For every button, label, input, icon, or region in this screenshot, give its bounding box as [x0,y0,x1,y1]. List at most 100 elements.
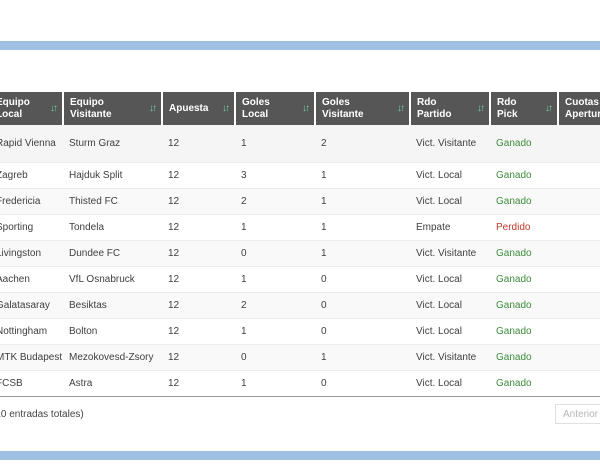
cell-equipo-local: Livingston [0,240,63,267]
cell-apuesta: 12 [162,266,235,293]
cell-goles-local: 1 [235,125,315,163]
cell-equipo-visitante: Mezokovesd-Zsory [63,344,162,371]
cell-equipo-visitante: Astra [63,370,162,397]
column-header-cuotas-apertura[interactable]: Cuotas Apertura [558,92,600,125]
cell-rdo-pick: Ganado [490,240,558,267]
column-header-equipo-visitante[interactable]: Equipo Visitante ↓↑ [63,92,163,125]
bottom-decorative-band [0,451,600,460]
table-row: AachenVfL Osnabruck1210Vict. LocalGanado [0,266,600,293]
results-table: Equipo Local↓↑ Equipo Visitante↓↑ Apuest… [0,92,600,397]
cell-goles-visitante: 1 [315,214,410,241]
sort-arrows-icon[interactable]: ↓↑ [50,103,58,115]
cell-rdo-partido: Empate [410,214,490,241]
table-entries-info: (10 entradas totales) [0,409,84,420]
sort-arrows-icon[interactable]: ↓↑ [477,103,485,115]
cell-goles-local: 1 [235,214,315,241]
cell-equipo-visitante: Dundee FC [63,240,162,267]
cell-rdo-partido: Vict. Local [410,370,490,397]
cell-apuesta: 12 [162,214,235,241]
cell-equipo-local: Fredericia [0,188,63,215]
cell-goles-local: 1 [235,266,315,293]
cell-cuotas-apertura [558,292,600,319]
cell-apuesta: 12 [162,240,235,267]
cell-equipo-visitante: Thisted FC [63,188,162,215]
column-header-apuesta[interactable]: Apuesta ↓↑ [162,92,236,125]
column-header-rdo-pick[interactable]: Rdo Pick ↓↑ [490,92,559,125]
table-row: Nottingham Bolton 12 1 0 Vict. Local Ganado [0,318,600,345]
cell-equipo-visitante: Bolton [63,318,162,345]
cell-cuotas-apertura [558,162,600,189]
cell-cuotas-apertura [558,344,600,371]
cell-equipo-visitante: Hajduk Split [63,162,162,189]
cell-equipo-local: Aachen [0,266,63,293]
cell-goles-local: 2 [235,292,315,319]
cell-goles-local: 3 [235,162,315,189]
pagination-previous-button[interactable]: Anterior [555,404,600,424]
cell-goles-visitante: 0 [315,292,410,319]
sort-arrows-icon[interactable]: ↓↑ [149,103,157,115]
sort-arrows-icon[interactable]: ↓↑ [302,103,310,115]
cell-cuotas-apertura [558,125,600,163]
cell-cuotas-apertura [558,318,600,345]
cell-apuesta: 12 [162,162,235,189]
cell-goles-visitante: 0 [315,266,410,293]
cell-goles-visitante: 0 [315,318,410,345]
cell-equipo-visitante: Sturm Graz [63,125,162,163]
column-header-equipo-local[interactable]: Equipo Local↓↑ [0,92,64,125]
cell-rdo-pick: Ganado [490,125,558,163]
table-row: Rapid Vienna Sturm Graz 12 1 2 Vict. Visitant… [0,125,600,163]
cell-rdo-partido: Vict. Local [410,188,490,215]
cell-rdo-partido: Vict. Local [410,162,490,189]
cell-equipo-local: Galatasaray [0,292,63,319]
table-row: FCSBAstra1210Vict. LocalGanado [0,370,600,397]
cell-apuesta: 12 [162,292,235,319]
table-row: Fredericia Thisted FC 12 2 1 Vict. Local Ganad… [0,188,600,215]
table-row: SportingTondela1211EmpatePerdido [0,214,600,241]
column-header-rdo-partido[interactable]: Rdo Partido ↓↑ [410,92,491,125]
table-row: Livingston Dundee FC 12 0 1 Vict. Visitante Ga… [0,240,600,267]
table-row: MTK Budapest Mezokovesd-Zsory 12 0 1 Vict. Vi… [0,344,600,371]
cell-equipo-visitante: Tondela [63,214,162,241]
cell-apuesta: 12 [162,344,235,371]
cell-rdo-partido: Vict. Local [410,266,490,293]
cell-cuotas-apertura [558,370,600,397]
column-header-goles-local[interactable]: Goles Local ↓↑ [235,92,316,125]
column-header-goles-visitante[interactable]: Goles Visitante ↓↑ [315,92,411,125]
cell-goles-local: 0 [235,240,315,267]
cell-rdo-pick: Ganado [490,292,558,319]
cell-equipo-local: Sporting [0,214,63,241]
cell-rdo-partido: Vict. Local [410,292,490,319]
cell-goles-local: 1 [235,318,315,345]
cell-apuesta: 12 [162,370,235,397]
cell-goles-visitante: 2 [315,125,410,163]
cell-rdo-pick: Ganado [490,188,558,215]
cell-equipo-local: Nottingham [0,318,63,345]
cell-equipo-local: Zagreb [0,162,63,189]
cell-goles-visitante: 1 [315,162,410,189]
cell-rdo-pick: Perdido [490,214,558,241]
cell-rdo-partido: Vict. Visitante [410,125,490,163]
cell-equipo-visitante: VfL Osnabruck [63,266,162,293]
sort-arrows-icon[interactable]: ↓↑ [397,103,405,115]
cell-rdo-partido: Vict. Visitante [410,344,490,371]
table-header-row: Equipo Local↓↑ Equipo Visitante↓↑ Apuest… [0,92,600,125]
cell-rdo-pick: Ganado [490,266,558,293]
top-decorative-band [0,41,600,50]
sort-arrows-icon[interactable]: ↓↑ [222,103,230,115]
cell-goles-local: 2 [235,188,315,215]
cell-rdo-pick: Ganado [490,344,558,371]
cell-cuotas-apertura [558,266,600,293]
cell-apuesta: 12 [162,125,235,163]
cell-goles-local: 1 [235,370,315,397]
cell-rdo-pick: Ganado [490,162,558,189]
cell-equipo-local: MTK Budapest [0,344,63,371]
cell-goles-visitante: 1 [315,188,410,215]
cell-goles-visitante: 0 [315,370,410,397]
table-row: Galatasaray Besiktas 12 2 0 Vict. Local Ganado [0,292,600,319]
cell-cuotas-apertura [558,240,600,267]
cell-goles-visitante: 1 [315,240,410,267]
sort-arrows-icon[interactable]: ↓↑ [545,103,553,115]
cell-equipo-local: Rapid Vienna [0,125,63,163]
cell-equipo-visitante: Besiktas [63,292,162,319]
cell-rdo-pick: Ganado [490,318,558,345]
